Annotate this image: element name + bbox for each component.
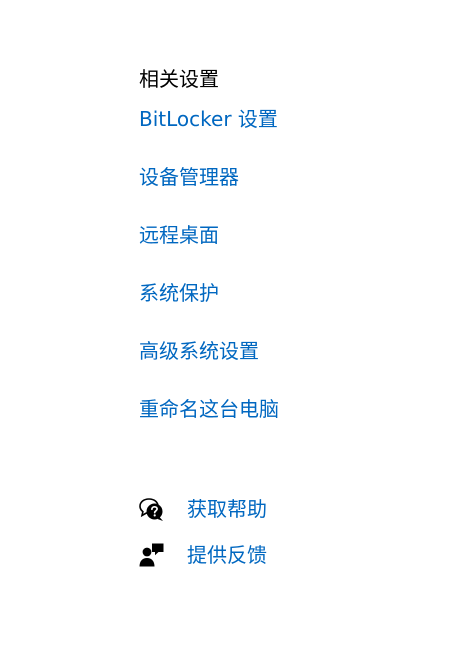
give-feedback-label: 提供反馈	[187, 543, 267, 567]
chat-help-icon	[139, 496, 165, 522]
give-feedback-link[interactable]: 提供反馈	[139, 538, 439, 572]
bitlocker-settings-link[interactable]: BitLocker 设置	[139, 104, 439, 134]
related-settings-title: 相关设置	[139, 67, 219, 91]
advanced-system-settings-link[interactable]: 高级系统设置	[139, 336, 439, 366]
feedback-icon	[139, 542, 165, 568]
device-manager-link[interactable]: 设备管理器	[139, 162, 439, 192]
system-protection-link[interactable]: 系统保护	[139, 278, 439, 308]
rename-this-pc-link[interactable]: 重命名这台电脑	[139, 394, 439, 424]
related-settings-links: BitLocker 设置 设备管理器 远程桌面 系统保护 高级系统设置 重命名这…	[139, 104, 439, 424]
get-help-link[interactable]: 获取帮助	[139, 492, 439, 526]
help-area: 获取帮助 提供反馈	[139, 492, 439, 584]
get-help-label: 获取帮助	[187, 497, 267, 521]
related-settings-section: 相关设置 BitLocker 设置 设备管理器 远程桌面 系统保护 高级系统设置…	[139, 64, 439, 452]
remote-desktop-link[interactable]: 远程桌面	[139, 220, 439, 250]
